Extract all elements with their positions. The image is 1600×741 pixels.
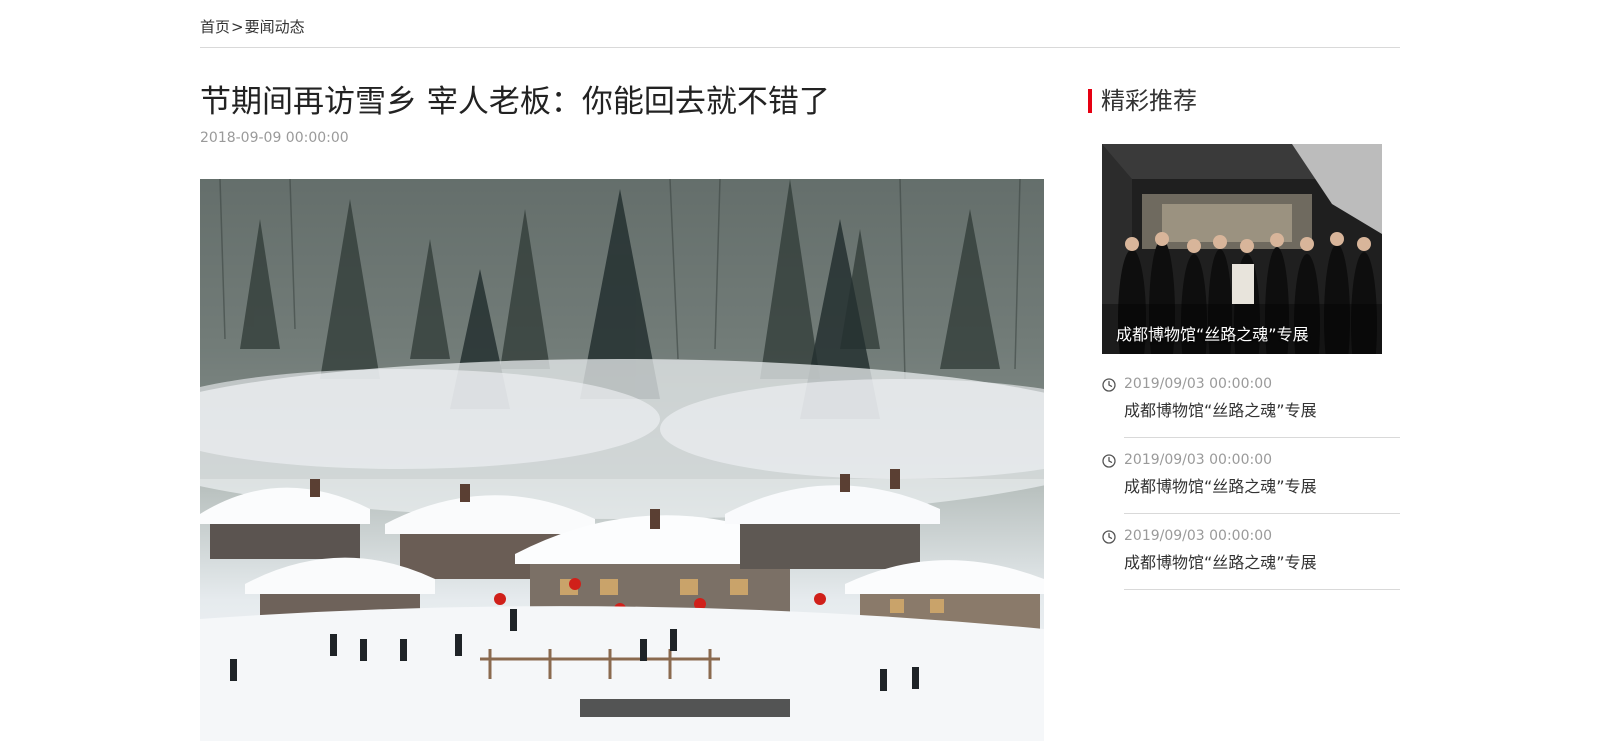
breadcrumb: 首页>要闻动态 bbox=[200, 16, 305, 38]
article-hero-image bbox=[200, 179, 1044, 741]
list-item[interactable]: 2019/09/03 00:00:00 成都博物馆“丝路之魂”专展 bbox=[1102, 446, 1400, 522]
list-item-divider bbox=[1124, 437, 1400, 438]
list-item-title[interactable]: 成都博物馆“丝路之魂”专展 bbox=[1124, 552, 1317, 574]
list-item-divider bbox=[1124, 513, 1400, 514]
breadcrumb-separator: > bbox=[231, 18, 244, 36]
list-item[interactable]: 2019/09/03 00:00:00 成都博物馆“丝路之魂”专展 bbox=[1102, 370, 1400, 446]
breadcrumb-current-link[interactable]: 要闻动态 bbox=[245, 18, 305, 36]
list-item-title[interactable]: 成都博物馆“丝路之魂”专展 bbox=[1124, 476, 1317, 498]
breadcrumb-home-link[interactable]: 首页 bbox=[200, 18, 230, 36]
article-date: 2018-09-09 00:00:00 bbox=[200, 130, 349, 146]
featured-caption: 成都博物馆“丝路之魂”专展 bbox=[1116, 325, 1309, 344]
clock-icon bbox=[1102, 454, 1116, 468]
article-title: 节期间再访雪乡 宰人老板：你能回去就不错了 bbox=[200, 84, 830, 120]
clock-icon bbox=[1102, 530, 1116, 544]
list-item-date: 2019/09/03 00:00:00 bbox=[1124, 528, 1273, 544]
list-item-divider bbox=[1124, 589, 1400, 590]
sidebar-heading-title: 精彩推荐 bbox=[1101, 87, 1197, 115]
featured-image bbox=[1102, 144, 1382, 354]
list-item-date: 2019/09/03 00:00:00 bbox=[1124, 452, 1273, 468]
heading-accent-bar bbox=[1088, 89, 1092, 113]
sidebar-heading: 精彩推荐 bbox=[1088, 86, 1400, 116]
list-item-date: 2019/09/03 00:00:00 bbox=[1124, 376, 1273, 392]
list-item-title[interactable]: 成都博物馆“丝路之魂”专展 bbox=[1124, 400, 1317, 422]
list-item[interactable]: 2019/09/03 00:00:00 成都博物馆“丝路之魂”专展 bbox=[1102, 522, 1400, 598]
breadcrumb-divider bbox=[200, 47, 1400, 48]
clock-icon bbox=[1102, 378, 1116, 392]
article-header: 节期间再访雪乡 宰人老板：你能回去就不错了 2018-09-09 00:00:0… bbox=[200, 80, 1044, 148]
featured-article-card[interactable]: 成都博物馆“丝路之魂”专展 bbox=[1102, 144, 1382, 354]
sidebar-recommended: 精彩推荐 成都博物馆“丝路之魂”专展 2019/09/03 00:00:00 成… bbox=[1088, 86, 1400, 590]
page-container: 首页>要闻动态 节期间再访雪乡 宰人老板：你能回去就不错了 2018-09-09… bbox=[200, 0, 1400, 741]
recommended-news-list: 2019/09/03 00:00:00 成都博物馆“丝路之魂”专展 2019/0… bbox=[1102, 370, 1400, 598]
